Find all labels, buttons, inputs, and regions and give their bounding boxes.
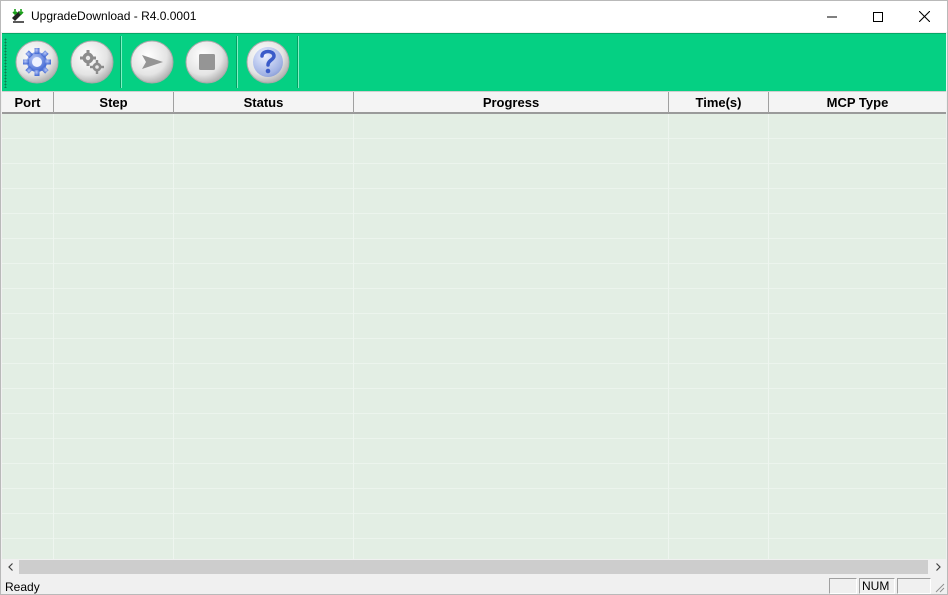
settings-gear-icon <box>15 40 59 84</box>
column-divider <box>173 114 174 559</box>
status-pane-caps <box>829 578 857 594</box>
settings-button[interactable] <box>14 39 60 85</box>
maximize-icon <box>873 11 883 22</box>
column-header-port[interactable]: Port <box>2 92 54 113</box>
table-body[interactable] <box>2 114 946 559</box>
column-divider <box>353 114 354 559</box>
help-question-icon <box>246 40 290 84</box>
window-title: UpgradeDownload - R4.0.0001 <box>31 9 197 23</box>
minimize-button[interactable] <box>809 1 855 32</box>
toolbar-separator <box>236 36 238 88</box>
column-header-mcp-type[interactable]: MCP Type <box>769 92 946 113</box>
stop-button[interactable] <box>184 39 230 85</box>
app-window: UpgradeDownload - R4.0.0001 Port Step St… <box>0 0 948 595</box>
scroll-left-button[interactable] <box>2 559 19 575</box>
stop-square-icon <box>185 40 229 84</box>
chevron-left-icon <box>7 563 13 571</box>
column-divider <box>768 114 769 559</box>
device-table: Port Step Status Progress Time(s) MCP Ty… <box>2 91 946 559</box>
column-header-progress[interactable]: Progress <box>354 92 669 113</box>
column-divider <box>668 114 669 559</box>
table-header: Port Step Status Progress Time(s) MCP Ty… <box>2 91 946 114</box>
app-download-icon <box>12 9 24 23</box>
scrollbar-thumb[interactable] <box>19 560 928 574</box>
toolbar-separator <box>297 36 299 88</box>
toolbar-grip[interactable] <box>4 38 7 88</box>
start-arrow-icon <box>130 40 174 84</box>
status-text: Ready <box>5 580 40 594</box>
maximize-button[interactable] <box>855 1 901 32</box>
help-button[interactable] <box>245 39 291 85</box>
column-header-time[interactable]: Time(s) <box>669 92 769 113</box>
status-pane-scroll <box>897 578 931 594</box>
column-header-status[interactable]: Status <box>174 92 354 113</box>
status-bar: Ready NUM <box>2 577 946 594</box>
start-button[interactable] <box>129 39 175 85</box>
toolbar <box>2 33 946 91</box>
title-bar[interactable]: UpgradeDownload - R4.0.0001 <box>1 1 947 32</box>
resize-grip-icon[interactable] <box>933 581 945 593</box>
column-divider <box>53 114 54 559</box>
status-pane-num: NUM <box>859 578 895 594</box>
toolbar-separator <box>120 36 122 88</box>
close-button[interactable] <box>901 1 947 32</box>
horizontal-scrollbar[interactable] <box>2 559 946 575</box>
minimize-icon <box>827 16 837 17</box>
column-header-step[interactable]: Step <box>54 92 174 113</box>
advanced-settings-button[interactable] <box>69 39 115 85</box>
chevron-right-icon <box>935 563 941 571</box>
advanced-settings-gears-icon <box>70 40 114 84</box>
close-icon <box>918 11 930 22</box>
scroll-right-button[interactable] <box>929 559 946 575</box>
